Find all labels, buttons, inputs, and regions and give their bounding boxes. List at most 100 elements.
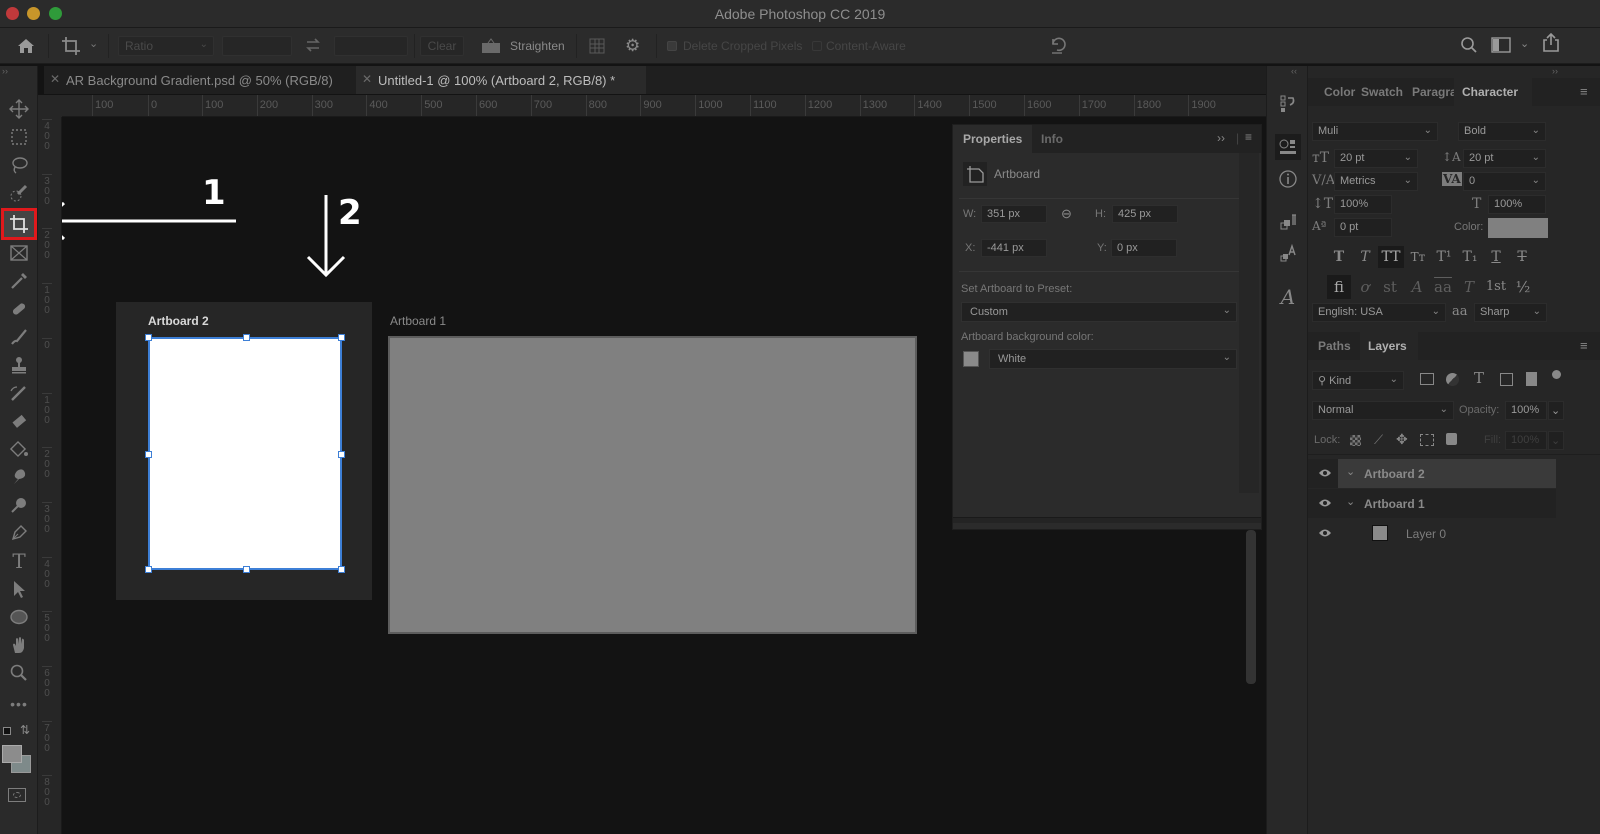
titling-alternates-button[interactable]: T bbox=[1457, 275, 1481, 299]
ligatures-button[interactable]: ﬁ bbox=[1327, 275, 1351, 299]
path-selection-tool-icon[interactable] bbox=[5, 576, 33, 602]
zoom-tool-icon[interactable] bbox=[5, 660, 33, 686]
ordinals-button[interactable]: 1st bbox=[1482, 275, 1510, 299]
brush-tool-icon[interactable] bbox=[5, 324, 33, 350]
quick-selection-tool-icon[interactable] bbox=[5, 180, 33, 206]
filter-shape-layers-icon[interactable] bbox=[1500, 373, 1513, 386]
filter-adjustment-layers-icon[interactable] bbox=[1446, 373, 1459, 386]
fill-input[interactable]: 100% bbox=[1505, 431, 1547, 450]
lock-artboard-icon[interactable] bbox=[1420, 434, 1434, 446]
blend-mode-select[interactable]: Normal ⌄ bbox=[1312, 401, 1454, 420]
visibility-eye-icon[interactable] bbox=[1318, 467, 1332, 479]
small-caps-button[interactable]: Tт bbox=[1406, 246, 1430, 268]
quick-mask-icon[interactable] bbox=[8, 788, 26, 802]
expand-chevron-down-icon[interactable]: ⌄ bbox=[1346, 465, 1355, 478]
glyphs-icon[interactable]: A bbox=[1275, 284, 1301, 310]
paint-bucket-tool-icon[interactable] bbox=[5, 436, 33, 462]
subscript-button[interactable]: T₁ bbox=[1458, 246, 1482, 268]
ellipse-tool-icon[interactable] bbox=[5, 604, 33, 630]
filter-toggle-icon[interactable] bbox=[1552, 370, 1561, 379]
opacity-input[interactable]: 100% bbox=[1505, 401, 1547, 420]
default-colors-icon[interactable] bbox=[3, 727, 11, 735]
crop-height-input[interactable] bbox=[334, 36, 408, 56]
lock-position-icon[interactable]: ✥ bbox=[1396, 431, 1408, 448]
historical-ligatures-button[interactable]: st bbox=[1378, 275, 1402, 299]
panel-menu-icon[interactable]: ≡ bbox=[1245, 130, 1252, 144]
paragraph-styles-icon[interactable] bbox=[1275, 209, 1301, 235]
properties-scrollbar[interactable] bbox=[1239, 153, 1259, 493]
layer-row-artboard-1[interactable]: ⌄ Artboard 1 bbox=[1308, 489, 1556, 518]
layer-row-artboard-2[interactable]: ⌄ Artboard 2 bbox=[1308, 459, 1556, 488]
resize-handle[interactable] bbox=[338, 334, 345, 341]
fill-chevron-down-icon[interactable]: ⌄ bbox=[1548, 431, 1564, 450]
clone-stamp-tool-icon[interactable] bbox=[5, 352, 33, 378]
swap-icon[interactable] bbox=[304, 36, 322, 54]
preset-select[interactable]: Custom ⌄ bbox=[961, 302, 1237, 322]
canvas-scrollbar[interactable] bbox=[1246, 530, 1256, 684]
tab-swatches[interactable]: Swatch bbox=[1355, 78, 1409, 106]
workspace-chevron-down-icon[interactable]: ⌄ bbox=[1520, 37, 1529, 50]
properties-panel-icon[interactable] bbox=[1275, 134, 1301, 160]
crop-width-input[interactable] bbox=[222, 36, 292, 56]
marquee-tool-icon[interactable] bbox=[5, 124, 33, 150]
lock-all-icon[interactable] bbox=[1446, 433, 1457, 445]
close-tab-icon[interactable]: ✕ bbox=[362, 72, 372, 86]
share-icon[interactable] bbox=[1541, 32, 1561, 53]
grid-overlay-icon[interactable] bbox=[588, 37, 606, 55]
reset-icon[interactable] bbox=[1048, 35, 1068, 55]
history-brush-tool-icon[interactable] bbox=[5, 380, 33, 406]
lock-transparent-pixels-icon[interactable] bbox=[1350, 435, 1361, 446]
document-tab-active[interactable]: ✕ Untitled-1 @ 100% (Artboard 2, RGB/8) … bbox=[356, 66, 646, 94]
vertical-ruler[interactable]: 400 300 200 100 0 100 200 300 400 500 600 700 800 bbox=[38, 117, 62, 834]
clear-button[interactable]: Clear bbox=[420, 36, 464, 56]
font-family-select[interactable]: Muli ⌄ bbox=[1312, 122, 1438, 141]
resize-handle[interactable] bbox=[338, 566, 345, 573]
tab-character[interactable]: Character bbox=[1454, 78, 1532, 106]
healing-brush-tool-icon[interactable] bbox=[5, 296, 33, 322]
panel-menu-icon[interactable]: ≡ bbox=[1580, 338, 1588, 353]
strikethrough-button[interactable]: T bbox=[1510, 246, 1534, 268]
swap-colors-icon[interactable]: ⇅ bbox=[20, 723, 30, 737]
tracking-select[interactable]: 0 ⌄ bbox=[1463, 172, 1546, 191]
content-aware-checkbox[interactable] bbox=[812, 41, 822, 51]
eyedropper-tool-icon[interactable] bbox=[5, 268, 33, 294]
more-tools-icon[interactable]: ••• bbox=[5, 691, 33, 717]
close-tab-icon[interactable]: ✕ bbox=[50, 72, 60, 86]
expand-chevron-down-icon[interactable]: ⌄ bbox=[1346, 495, 1355, 508]
resize-handle[interactable] bbox=[338, 451, 345, 458]
tool-preset-chevron-down-icon[interactable]: ⌄ bbox=[89, 37, 98, 50]
tab-layers[interactable]: Layers bbox=[1360, 332, 1418, 360]
foreground-color-swatch[interactable] bbox=[2, 745, 22, 763]
eraser-tool-icon[interactable] bbox=[5, 408, 33, 434]
workspace-icon[interactable] bbox=[1491, 37, 1511, 53]
character-styles-icon[interactable] bbox=[1275, 241, 1301, 267]
artboard-1[interactable] bbox=[388, 336, 917, 634]
history-panel-icon[interactable] bbox=[1275, 90, 1301, 116]
pen-tool-icon[interactable] bbox=[5, 520, 33, 546]
stylistic-alternates-button[interactable]: aa bbox=[1431, 275, 1455, 299]
resize-handle[interactable] bbox=[145, 566, 152, 573]
y-input[interactable]: 0 px bbox=[1111, 239, 1177, 257]
underline-button[interactable]: T bbox=[1484, 246, 1508, 268]
horizontal-scale-input[interactable]: 100% bbox=[1488, 195, 1546, 214]
fractions-button[interactable]: ½ bbox=[1511, 275, 1535, 299]
tab-paths[interactable]: Paths bbox=[1312, 332, 1357, 360]
gear-icon[interactable]: ⚙ bbox=[625, 36, 640, 56]
opacity-chevron-down-icon[interactable]: ⌄ bbox=[1548, 401, 1564, 420]
tab-info[interactable]: Info bbox=[1031, 125, 1073, 153]
move-tool-icon[interactable] bbox=[5, 96, 33, 122]
font-style-select[interactable]: Bold ⌄ bbox=[1458, 122, 1546, 141]
collapse-panel-icon[interactable]: ›› bbox=[1217, 131, 1225, 145]
tab-properties[interactable]: Properties bbox=[953, 125, 1033, 153]
height-input[interactable]: 425 px bbox=[1112, 205, 1178, 223]
delete-cropped-pixels-checkbox[interactable] bbox=[667, 41, 677, 51]
expand-panel-icon[interactable]: ›› bbox=[2, 66, 8, 76]
search-icon[interactable] bbox=[1460, 36, 1478, 54]
resize-handle[interactable] bbox=[243, 566, 250, 573]
filter-type-layers-icon[interactable]: T bbox=[1474, 369, 1484, 387]
all-caps-button[interactable]: TT bbox=[1378, 246, 1404, 268]
ruler-origin[interactable] bbox=[38, 95, 62, 117]
bg-color-select[interactable]: White ⌄ bbox=[989, 349, 1237, 369]
home-icon[interactable] bbox=[16, 36, 36, 56]
straighten-icon[interactable] bbox=[481, 38, 501, 54]
